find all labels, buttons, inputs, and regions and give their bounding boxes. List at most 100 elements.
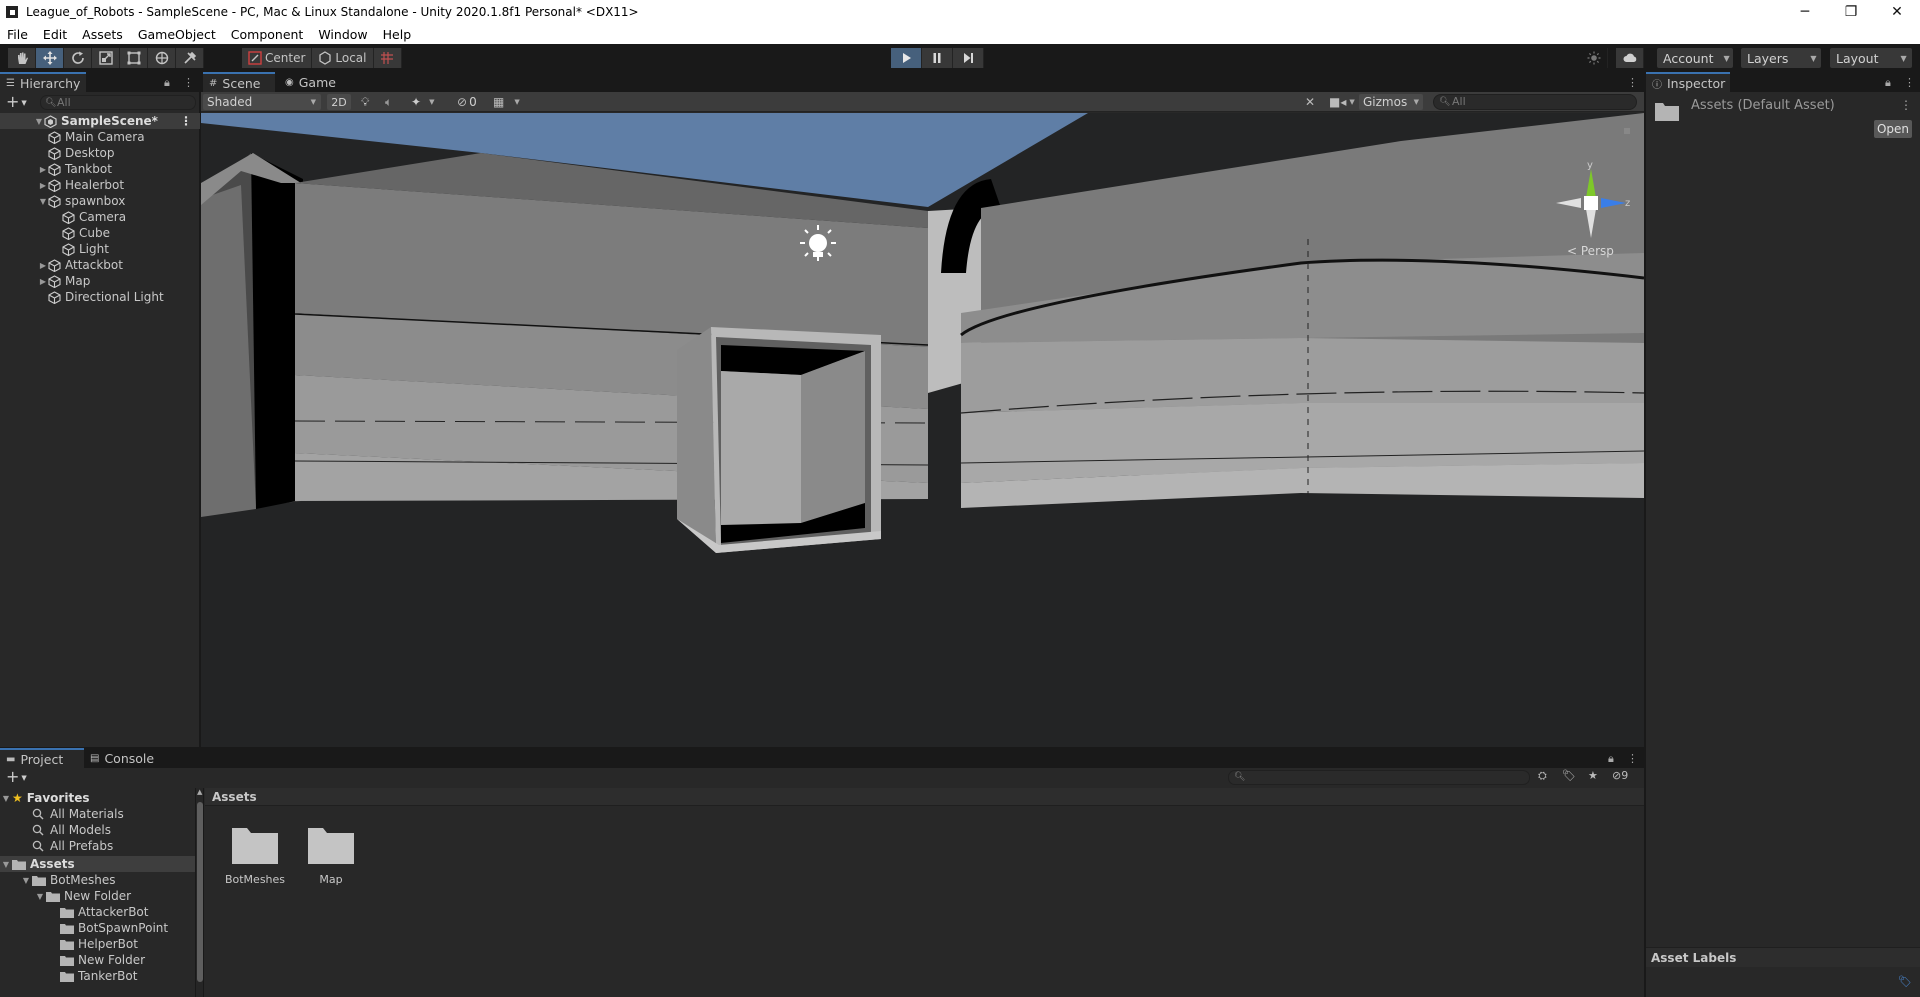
account-dropdown[interactable]: Account ▼ [1657,48,1733,68]
favorite-item[interactable]: All Materials [0,806,124,822]
minimize-button[interactable]: ─ [1782,0,1828,24]
rect-tool-button[interactable] [120,48,148,68]
asset-folder-botmeshes[interactable]: BotMeshes [219,822,291,886]
lock-icon[interactable]: 🔒︎ [1608,752,1614,766]
kebab-menu-icon[interactable]: ⋮ [180,114,192,128]
hand-tool-button[interactable] [8,48,36,68]
hierarchy-item[interactable]: Camera [0,209,200,225]
tab-inspector[interactable]: ⓘ Inspector [1646,72,1730,92]
folder-tree-item[interactable]: ▼ New Folder [0,888,131,904]
hierarchy-search-input[interactable]: 🔍︎ All [40,95,196,110]
tab-scene[interactable]: # Scene [203,72,275,92]
kebab-menu-icon[interactable]: ⋮ [1904,76,1915,89]
hierarchy-item[interactable]: Directional Light [0,289,200,305]
pause-button[interactable] [922,48,953,68]
tag-icon[interactable]: 🏷︎ [1898,975,1912,988]
create-asset-button[interactable]: + ▼ [6,768,27,787]
favorite-item[interactable]: All Models [0,822,111,838]
filter-by-label-icon[interactable]: 🏷︎ [1562,769,1576,782]
asset-folder-map[interactable]: Map [295,822,367,886]
scene-visibility-toggle[interactable]: ⊘ 0 [457,94,477,110]
expand-arrow-icon[interactable]: ▶ [38,261,48,270]
scrollbar-thumb[interactable] [197,802,203,982]
hierarchy-item[interactable]: Cube [0,225,200,241]
expand-arrow-icon[interactable]: ▶ [38,165,48,174]
scale-tool-button[interactable] [92,48,120,68]
menu-edit[interactable]: Edit [43,27,67,42]
tab-console[interactable]: ▤ Console [84,748,164,768]
favorite-item[interactable]: All Prefabs [0,838,113,854]
hierarchy-item[interactable]: ▶ Tankbot [0,161,200,177]
kebab-menu-icon[interactable]: ⋮ [1900,98,1912,112]
menu-help[interactable]: Help [383,27,412,42]
lock-icon[interactable]: 🔒︎ [1885,76,1891,90]
pivot-center-button[interactable]: Center [242,48,313,68]
folder-tree-item[interactable]: HelperBot [0,936,138,952]
gizmos-dropdown[interactable]: Gizmos ▼ [1359,94,1423,110]
menu-assets[interactable]: Assets [82,27,123,42]
expand-arrow-icon[interactable]: ▼ [20,876,32,885]
hierarchy-item[interactable]: ▶ Map [0,273,200,289]
grid-snap-button[interactable] [373,48,402,68]
expand-arrow-icon[interactable]: ▶ [38,277,48,286]
audio-toggle[interactable]: 🔈︎ [385,94,392,110]
folder-tree-item[interactable]: AttackerBot [0,904,148,920]
expand-arrow-icon[interactable]: ▼ [34,117,44,126]
gizmo-lock-icon[interactable] [1624,128,1630,134]
lighting-toggle[interactable]: 💡︎ [361,94,369,110]
layers-dropdown[interactable]: Layers ▼ [1741,48,1821,68]
tab-hierarchy[interactable]: ☰ Hierarchy [0,72,86,92]
project-search-input[interactable]: 🔍︎ [1228,770,1530,785]
create-button[interactable]: + ▼ [6,93,27,112]
hierarchy-item[interactable]: ▶ Attackbot [0,257,200,273]
hierarchy-item[interactable]: ▶ Healerbot [0,177,200,193]
kebab-menu-icon[interactable]: ⋮ [1627,752,1638,765]
scroll-up-icon[interactable]: ▲ [197,788,202,796]
expand-arrow-icon[interactable]: ▼ [38,197,48,206]
hierarchy-item[interactable]: Light [0,241,200,257]
folder-tree-item[interactable]: New Folder [0,952,145,968]
camera-dropdown[interactable]: ■◂ ▼ [1329,94,1355,110]
lock-icon[interactable]: 🔒︎ [164,76,170,90]
folder-tree-item[interactable]: TankerBot [0,968,137,984]
play-button[interactable] [891,48,922,68]
hierarchy-item[interactable]: Main Camera [0,129,200,145]
folder-tree-item[interactable]: BotSpawnPoint [0,920,168,936]
transform-tool-button[interactable] [148,48,176,68]
move-tool-button[interactable] [36,48,64,68]
breadcrumb[interactable]: Assets [205,788,1644,806]
collab-button[interactable] [1616,48,1644,68]
expand-arrow-icon[interactable]: ▼ [34,892,46,901]
effects-dropdown[interactable]: ✦ ▼ [411,94,434,110]
expand-arrow-icon[interactable]: ▼ [0,860,12,869]
scene-viewport[interactable]: y z < Persp [201,113,1644,747]
project-tree-scrollbar[interactable]: ▲ [196,788,204,997]
menu-file[interactable]: File [7,27,28,42]
tab-game[interactable]: ◉ Game [279,72,351,92]
folder-tree-item[interactable]: ▼ BotMeshes [0,872,116,888]
scene-search-input[interactable]: 🔍︎ All [1433,94,1637,110]
expand-arrow-icon[interactable]: ▼ [0,794,12,803]
layout-dropdown[interactable]: Layout ▼ [1830,48,1912,68]
close-button[interactable]: ✕ [1874,0,1920,24]
expand-arrow-icon[interactable]: ▶ [38,181,48,190]
tools-toggle[interactable]: ✕ [1305,94,1315,110]
menu-component[interactable]: Component [231,27,304,42]
step-button[interactable] [953,48,984,68]
kebab-menu-icon[interactable]: ⋮ [183,76,194,89]
projection-label[interactable]: < Persp [1567,244,1614,258]
rotate-tool-button[interactable] [64,48,92,68]
open-button[interactable]: Open [1874,120,1912,138]
hierarchy-item[interactable]: Desktop [0,145,200,161]
filter-by-type-icon[interactable]: ⛭ [1538,769,1547,783]
kebab-menu-icon[interactable]: ⋮ [1627,76,1638,89]
shading-mode-dropdown[interactable]: Shaded ▼ [203,94,321,110]
space-local-button[interactable]: Local [312,48,374,68]
services-button[interactable] [1580,48,1608,68]
camera-settings-dropdown[interactable]: ▦ ▼ [493,94,520,110]
assets-root-row[interactable]: ▼ Assets [0,856,195,872]
menu-window[interactable]: Window [318,27,367,42]
hidden-packages-toggle[interactable]: ⊘9 [1612,769,1628,782]
tab-project[interactable]: ▬ Project [0,748,84,768]
restore-button[interactable]: ❐ [1828,0,1874,24]
